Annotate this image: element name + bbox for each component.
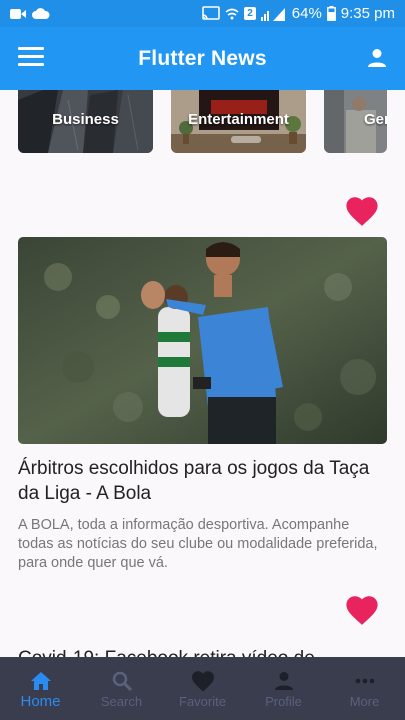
nav-label: Search: [100, 694, 143, 709]
nav-label: More: [349, 694, 380, 709]
category-label: Entertainment: [188, 111, 289, 128]
article-description: A BOLA, toda a informação desportiva. Ac…: [18, 517, 378, 571]
battery-percent: 64%: [291, 5, 322, 22]
app-title: Flutter News: [138, 46, 267, 70]
nav-item-home[interactable]: Home: [0, 657, 81, 720]
article-title[interactable]: Covid-19: Facebook retira vídeo de: [18, 646, 315, 657]
signal-icon: [260, 7, 285, 21]
nav-item-profile[interactable]: Profile: [243, 657, 324, 720]
app-bar: Flutter News: [0, 27, 405, 90]
wifi-icon: [225, 8, 239, 19]
screen: 2 64% 9:35 pm Flutter News Business Ente…: [0, 0, 405, 720]
article-image: [18, 237, 387, 444]
article-card[interactable]: Árbitros escolhidos para os jogos da Taç…: [18, 237, 387, 573]
favorite-heart-icon[interactable]: [345, 195, 379, 227]
nav-item-more[interactable]: More: [324, 657, 405, 720]
nav-label: Favorite: [179, 694, 226, 709]
status-right: 2 64% 9:35 pm: [202, 5, 405, 22]
person-icon: [274, 672, 293, 690]
status-time: 9:35 pm: [340, 5, 395, 22]
more-horizontal-icon: [355, 678, 374, 684]
nav-item-search[interactable]: Search: [81, 657, 162, 720]
article-title: Árbitros escolhidos para os jogos da Taç…: [18, 458, 370, 504]
search-icon: [112, 671, 132, 692]
nav-label: Profile: [265, 694, 302, 709]
category-card-general[interactable]: General: [324, 90, 387, 153]
article-photo: [18, 237, 387, 444]
home-icon: [30, 672, 51, 690]
sim-badge: 2: [244, 7, 256, 20]
category-label: Business: [52, 111, 119, 128]
category-label: General: [364, 111, 387, 128]
status-bar: 2 64% 9:35 pm: [0, 0, 405, 27]
person-icon[interactable]: [365, 46, 389, 70]
hamburger-menu-icon[interactable]: [18, 47, 44, 69]
category-carousel: Business Entertainment Ge: [18, 90, 405, 153]
news-feed: Business Entertainment Ge Árbitros escol…: [0, 90, 405, 657]
status-left: [0, 7, 50, 20]
cast-icon: [202, 6, 221, 20]
bottom-navigation: Home Search Favorite Profile More: [0, 657, 405, 720]
battery-icon: [326, 6, 336, 21]
cloud-icon: [32, 7, 50, 19]
category-card-entertainment[interactable]: Entertainment: [171, 90, 306, 153]
favorite-heart-icon[interactable]: [345, 594, 379, 626]
heart-icon: [191, 671, 214, 692]
video-icon: [10, 8, 26, 19]
nav-item-favorite[interactable]: Favorite: [162, 657, 243, 720]
nav-label: Home: [20, 693, 61, 710]
category-card-business[interactable]: Business: [18, 90, 153, 153]
